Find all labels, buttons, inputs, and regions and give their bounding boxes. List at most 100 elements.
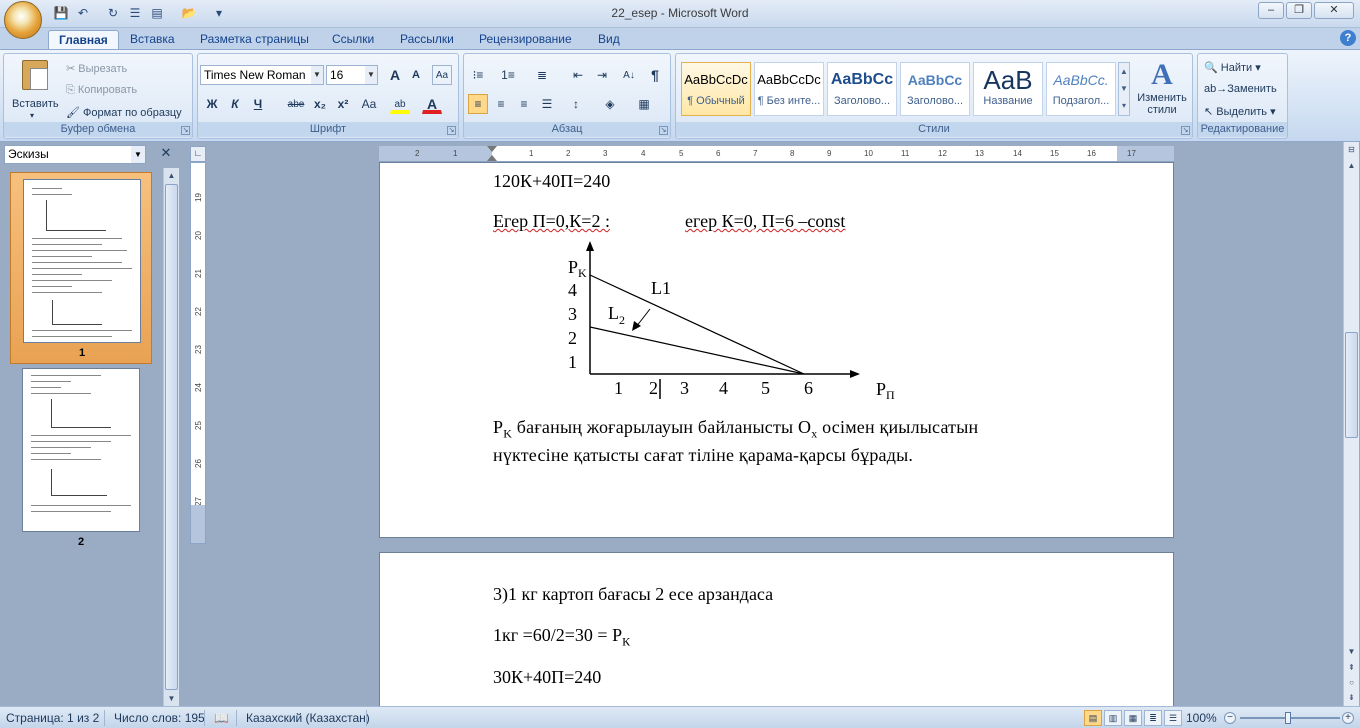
italic-button[interactable]: К: [225, 94, 245, 114]
language-indicator[interactable]: Казахский (Казахстан): [246, 710, 370, 726]
spelling-check-icon[interactable]: 📖: [214, 710, 229, 726]
justify-button[interactable]: ☰: [537, 94, 557, 114]
style-title[interactable]: AaB Название: [973, 62, 1043, 116]
tab-review[interactable]: Рецензирование: [469, 30, 582, 50]
style-subtitle[interactable]: AaBbCc. Подзагол...: [1046, 62, 1116, 116]
scroll-up-arrow[interactable]: ▲: [164, 168, 179, 183]
office-button[interactable]: [4, 1, 42, 39]
maximize-button[interactable]: ❐: [1286, 2, 1312, 19]
document-page-2[interactable]: 3)1 кг картоп бағасы 2 есе арзандаса 1кг…: [379, 552, 1174, 712]
zoom-level[interactable]: 100%: [1186, 710, 1217, 726]
tab-view[interactable]: Вид: [588, 30, 630, 50]
save-icon[interactable]: 💾: [52, 5, 70, 22]
shrink-font-button[interactable]: A: [406, 65, 426, 85]
draft-view-button[interactable]: ☰: [1164, 710, 1182, 726]
scroll-down-arrow[interactable]: ▼: [1344, 644, 1359, 659]
scroll-up-arrow[interactable]: ▲: [1344, 158, 1359, 173]
browse-object-icon[interactable]: ○: [1344, 675, 1359, 690]
tab-mailings[interactable]: Рассылки: [390, 30, 464, 50]
change-styles-button[interactable]: A Изменить стили: [1134, 58, 1190, 122]
select-button[interactable]: ↖ Выделить ▾: [1204, 105, 1276, 118]
underline-button[interactable]: Ч: [248, 94, 268, 114]
subscript-button[interactable]: x₂: [310, 94, 330, 114]
tab-selector[interactable]: ∟: [190, 146, 206, 162]
replace-button[interactable]: ab→Заменить: [1204, 83, 1277, 95]
clear-format-button[interactable]: Aa: [432, 65, 452, 85]
style-heading1[interactable]: AaBbCc Заголово...: [827, 62, 897, 116]
sort-button[interactable]: A↓: [619, 65, 639, 85]
decrease-indent-button[interactable]: ⇤: [568, 65, 588, 85]
change-case-button[interactable]: Aa: [356, 94, 382, 114]
tab-home[interactable]: Главная: [48, 30, 119, 50]
left-indent-marker[interactable]: [487, 155, 497, 161]
paste-button[interactable]: Вставить ▾: [12, 58, 59, 120]
scroll-down-arrow[interactable]: ▼: [164, 691, 179, 706]
next-page-icon[interactable]: ⇟: [1344, 690, 1359, 705]
style-normal[interactable]: AaBbCcDc ¶ Обычный: [681, 62, 751, 116]
customize-qat-icon[interactable]: ▾: [210, 5, 228, 22]
open-folder-icon[interactable]: 📂: [180, 5, 198, 22]
undo-icon[interactable]: ↶: [74, 5, 92, 22]
show-formatting-button[interactable]: ¶: [645, 65, 665, 85]
bullets-icon[interactable]: ▤: [148, 5, 166, 22]
clipboard-dialog-launcher[interactable]: ↘: [181, 126, 190, 135]
font-name-combo[interactable]: Times New Roman ▼: [200, 65, 324, 85]
tab-page-layout[interactable]: Разметка страницы: [190, 30, 319, 50]
close-pane-icon[interactable]: ✕: [158, 145, 174, 162]
first-line-indent-marker[interactable]: [487, 146, 497, 152]
strikethrough-button[interactable]: abe: [284, 94, 308, 114]
full-screen-reading-button[interactable]: ▥: [1104, 710, 1122, 726]
shading-button[interactable]: ◈: [600, 94, 620, 114]
numbering-button[interactable]: 1≡: [498, 65, 518, 85]
line-spacing-button[interactable]: ↕: [566, 94, 586, 114]
minimize-button[interactable]: –: [1258, 2, 1284, 19]
document-scroll-thumb[interactable]: [1345, 332, 1358, 438]
zoom-in-icon[interactable]: +: [1342, 712, 1354, 724]
ruler-toggle-icon[interactable]: ⊟: [1344, 142, 1359, 157]
cut-button[interactable]: ✂ Вырезать: [66, 62, 127, 75]
align-left-button[interactable]: ≡: [468, 94, 488, 114]
thumbnail-page-1[interactable]: 1: [10, 172, 152, 364]
document-scrollbar[interactable]: ⊟ ▲ ▼ ⇞ ○ ⇟: [1343, 142, 1359, 706]
page-indicator[interactable]: Страница: 1 из 2: [6, 710, 99, 726]
style-no-spacing[interactable]: AaBbCcDc ¶ Без инте...: [754, 62, 824, 116]
horizontal-ruler[interactable]: 2 1 1 2 3 4 5 6 7 8 9 10 11 12 13 14 15 …: [379, 146, 1174, 162]
tab-references[interactable]: Ссылки: [322, 30, 384, 50]
font-size-combo[interactable]: 16 ▼: [326, 65, 378, 85]
borders-button[interactable]: ▦: [634, 94, 654, 114]
pane-scrollbar[interactable]: ▲ ▼: [163, 168, 179, 706]
tab-insert[interactable]: Вставка: [120, 30, 185, 50]
styles-dialog-launcher[interactable]: ↘: [1181, 126, 1190, 135]
zoom-slider-thumb[interactable]: [1285, 712, 1291, 724]
align-right-button[interactable]: ≡: [514, 94, 534, 114]
styles-scroll[interactable]: ▲ ▼ ▾: [1118, 62, 1130, 116]
style-heading2[interactable]: AaBbCc Заголово...: [900, 62, 970, 116]
pane-mode-select[interactable]: Эскизы ▼: [4, 145, 146, 164]
document-page-1[interactable]: 120К+40П=240 Егер П=0,К=2 : егер К=0, П=…: [379, 162, 1174, 538]
grow-font-button[interactable]: A: [385, 65, 405, 85]
align-center-button[interactable]: ≡: [491, 94, 511, 114]
format-painter-button[interactable]: 🖌 Формат по образцу: [66, 106, 182, 119]
increase-indent-button[interactable]: ⇥: [592, 65, 612, 85]
paragraph-dialog-launcher[interactable]: ↘: [659, 126, 668, 135]
help-icon[interactable]: ?: [1340, 30, 1356, 46]
vertical-ruler[interactable]: 19 20 21 22 23 24 25 26 27: [190, 162, 206, 544]
thumbnail-page-2[interactable]: 2: [10, 364, 152, 556]
print-layout-view-button[interactable]: ▤: [1084, 710, 1102, 726]
multilevel-list-button[interactable]: ≣: [532, 65, 552, 85]
bullets-button[interactable]: ⁝≡: [468, 65, 488, 85]
web-layout-button[interactable]: ▦: [1124, 710, 1142, 726]
word-count[interactable]: Число слов: 195: [114, 710, 205, 726]
numbering-icon[interactable]: ☰: [126, 5, 144, 22]
superscript-button[interactable]: x²: [333, 94, 353, 114]
font-color-button[interactable]: A: [422, 94, 442, 114]
pane-scroll-thumb[interactable]: [165, 184, 178, 690]
close-button[interactable]: ✕: [1314, 2, 1354, 19]
bold-button[interactable]: Ж: [202, 94, 222, 114]
find-button[interactable]: 🔍 Найти ▾: [1204, 61, 1261, 74]
highlight-button[interactable]: ab: [390, 94, 410, 114]
redo-icon[interactable]: ↻: [104, 5, 122, 22]
outline-view-button[interactable]: ≣: [1144, 710, 1162, 726]
font-dialog-launcher[interactable]: ↘: [447, 126, 456, 135]
copy-button[interactable]: ⎘ Копировать: [66, 84, 137, 97]
